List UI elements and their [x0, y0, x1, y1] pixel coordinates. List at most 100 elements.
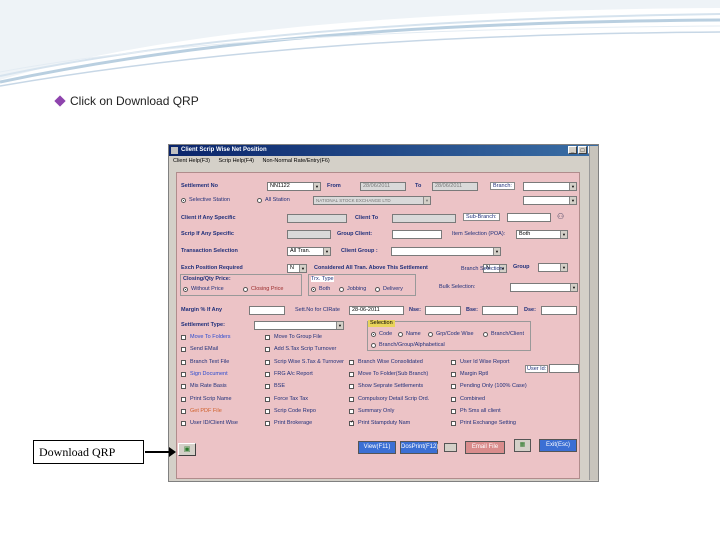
option-checkbox[interactable]	[265, 335, 270, 340]
option-checkbox[interactable]: ✓	[349, 419, 354, 427]
option-checkbox-label: Move To Folder(Sub Branch)	[358, 370, 429, 377]
delivery-radio[interactable]	[375, 287, 380, 292]
closing-price-label: Closing Price	[251, 286, 284, 292]
group-client-field[interactable]	[392, 230, 442, 239]
jobbing-radio[interactable]	[339, 287, 344, 292]
branch-client-radio[interactable]	[483, 332, 488, 337]
selection-group: Selection Code Name Grp/Code Wise Branch…	[367, 320, 531, 351]
download-qrp-icon[interactable]: ▣	[178, 443, 196, 456]
delivery-label: Delivery	[383, 286, 403, 292]
nse-field[interactable]	[425, 306, 461, 315]
view-button[interactable]: View(F11)	[358, 441, 396, 454]
code-radio[interactable]	[371, 332, 376, 337]
option-checkbox-label: Get PDF File	[190, 407, 222, 414]
option-checkbox[interactable]	[265, 347, 270, 353]
menu-bar: Client Help(F3) Scrip Help(F4) Non-Norma…	[169, 156, 598, 166]
option-checkbox[interactable]	[451, 384, 456, 390]
user-id-field[interactable]	[549, 364, 579, 373]
chevron-down-icon: ▼	[323, 248, 330, 255]
station-select[interactable]: NATIONAL STOCK EXCHANGE LTD ▼	[313, 196, 431, 205]
to-date-field[interactable]: 28/06/2011	[432, 182, 478, 191]
option-checkbox[interactable]	[349, 408, 354, 414]
option-checkbox[interactable]	[181, 421, 186, 427]
nse-label: Nse:	[409, 307, 421, 313]
option-checkbox[interactable]	[181, 359, 186, 365]
option-checkbox[interactable]	[349, 371, 354, 377]
option-checkbox[interactable]	[181, 396, 186, 402]
both-radio[interactable]	[311, 287, 316, 292]
right-scrollbar[interactable]	[589, 146, 598, 480]
option-checkbox[interactable]	[451, 371, 456, 377]
without-price-radio[interactable]	[183, 287, 188, 292]
sett-no-cirate-label: Sett.No for CIRate	[295, 307, 340, 313]
menu-non-normal-rate[interactable]: Non-Normal Rate/Entry(F6)	[263, 158, 330, 164]
option-checkbox[interactable]	[181, 384, 186, 390]
margin-field[interactable]	[249, 306, 285, 315]
option-checkbox[interactable]	[265, 408, 270, 414]
transaction-selection-label: Transaction Selection	[181, 248, 238, 254]
chevron-down-icon: ▼	[560, 231, 567, 238]
sett-date-field[interactable]: 28-06-2011	[349, 306, 404, 315]
client-from-field[interactable]	[287, 214, 347, 223]
client-to-field[interactable]	[392, 214, 456, 223]
minimize-button[interactable]: _	[568, 146, 577, 154]
group-select[interactable]: ▼	[538, 263, 568, 272]
option-checkbox[interactable]	[265, 384, 270, 390]
maximize-button[interactable]: □	[578, 146, 587, 154]
instruction-bullet: Click on Download QRP	[54, 94, 199, 108]
selective-station-radio[interactable]	[181, 198, 186, 203]
settlement-type-select[interactable]: ▼	[254, 321, 344, 330]
option-checkbox[interactable]	[181, 335, 186, 340]
transaction-select[interactable]: All Tran. ▼	[287, 247, 331, 256]
menu-client-help[interactable]: Client Help(F3)	[173, 158, 210, 164]
option-checkbox[interactable]	[451, 421, 456, 427]
option-checkbox[interactable]	[181, 347, 186, 353]
title-bar: Client Scrip Wise Net Position _ □ ×	[169, 145, 598, 156]
from-date-field[interactable]: 28/06/2011	[360, 182, 406, 191]
users-icon[interactable]: ⚇	[557, 212, 564, 221]
branch-group-alpha-radio[interactable]	[371, 343, 376, 348]
dosprint-button[interactable]: DosPrint(F12)	[400, 441, 438, 454]
sub-branch-field[interactable]	[507, 213, 551, 222]
item-selection-select[interactable]: Both ▼	[516, 230, 568, 239]
exch-position-select[interactable]: N ▼	[287, 264, 307, 273]
dse-field[interactable]	[541, 306, 577, 315]
name-radio[interactable]	[398, 332, 403, 337]
email-file-button[interactable]: Email File	[465, 441, 505, 454]
branch-select[interactable]: ▼	[523, 182, 577, 191]
scrip-field[interactable]	[287, 230, 331, 239]
option-checkbox[interactable]	[349, 384, 354, 390]
option-checkbox[interactable]	[349, 396, 354, 402]
chevron-down-icon: ▼	[570, 284, 577, 291]
bulk-selection-select[interactable]: ▼	[510, 283, 578, 292]
all-station-radio[interactable]	[257, 198, 262, 203]
diamond-bullet-icon	[54, 95, 66, 107]
exit-button[interactable]: Exit(Esc)	[539, 439, 577, 452]
option-checkbox[interactable]	[181, 408, 186, 414]
bse-field[interactable]	[482, 306, 518, 315]
client-to-label: Client To	[355, 215, 379, 221]
option-checkbox[interactable]	[265, 421, 270, 427]
option-checkbox[interactable]	[265, 396, 270, 402]
option-checkbox[interactable]	[349, 359, 354, 365]
option-checkbox[interactable]	[451, 408, 456, 414]
grp-code-wise-radio[interactable]	[428, 332, 433, 337]
printer-icon[interactable]	[444, 443, 457, 452]
menu-scrip-help[interactable]: Scrip Help(F4)	[219, 158, 254, 164]
group-label: Group	[513, 264, 530, 270]
chevron-down-icon: ▼	[336, 322, 343, 329]
client-group-select[interactable]: ▼	[391, 247, 501, 256]
option-checkbox[interactable]	[265, 359, 270, 365]
option-checkbox[interactable]	[181, 371, 186, 377]
callout-arrow-head	[169, 447, 176, 457]
option-checkbox-label: Print Brokerage	[274, 420, 313, 427]
option-checkbox[interactable]	[451, 396, 456, 402]
form-panel: Settlement No NN1122 ▼ From 28/06/2011 To…	[176, 172, 580, 479]
option-checkbox[interactable]	[265, 371, 270, 377]
settlement-no-select[interactable]: NN1122 ▼	[267, 182, 321, 191]
branch-select-2[interactable]: ▼	[523, 196, 577, 205]
bulk-selection-label: Bulk Selection:	[439, 284, 476, 290]
excel-icon[interactable]: ▦	[514, 439, 531, 452]
option-checkbox[interactable]	[451, 359, 456, 365]
closing-price-radio[interactable]	[243, 287, 248, 292]
